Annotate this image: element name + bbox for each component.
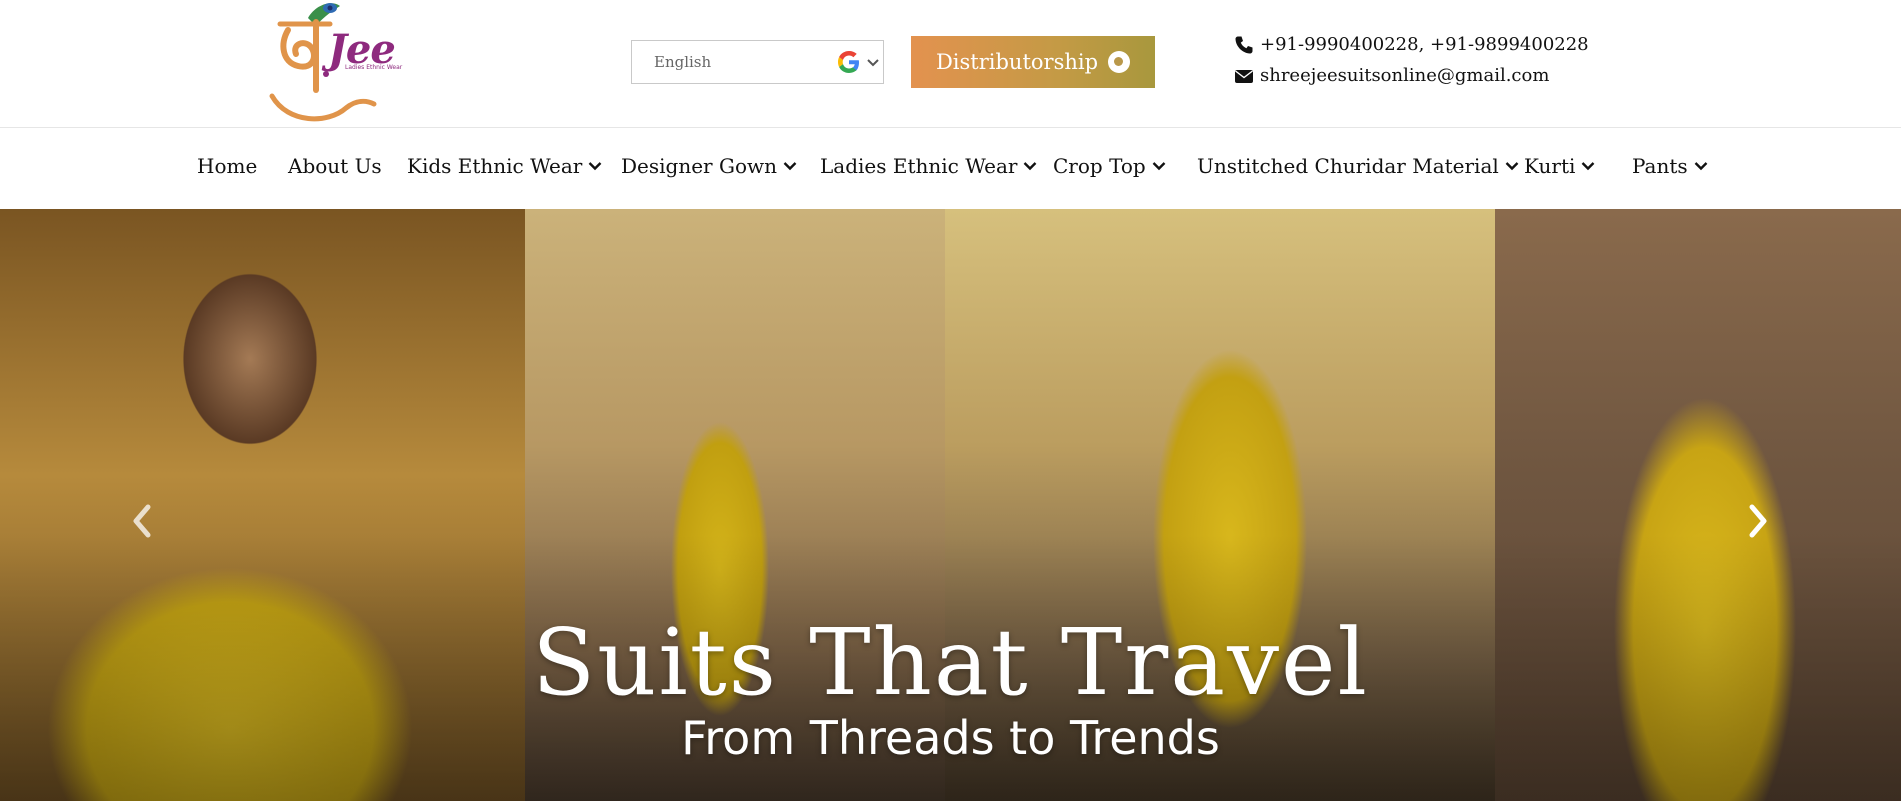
chevron-down-icon <box>1505 162 1519 171</box>
contact-phone-text: +91-9990400228, +91-9899400228 <box>1260 34 1589 55</box>
nav-item-designer-gown[interactable]: Designer Gown <box>621 154 797 178</box>
main-nav: Home About Us Kids Ethnic Wear Designer … <box>0 128 1901 209</box>
distributorship-button-label: Distributorship <box>935 50 1099 74</box>
hero-title: Suits That Travel <box>532 609 1369 716</box>
chevron-down-icon <box>867 59 879 67</box>
nav-item-label: Pants <box>1632 154 1688 178</box>
nav-item-label: Kids Ethnic Wear <box>407 154 583 178</box>
phone-icon <box>1235 36 1253 53</box>
nav-item-ladies-ethnic-wear[interactable]: Ladies Ethnic Wear <box>820 154 1037 178</box>
nav-item-label: Ladies Ethnic Wear <box>820 154 1018 178</box>
nav-item-label: About Us <box>288 154 382 178</box>
chevron-right-icon <box>1749 504 1767 538</box>
language-select[interactable]: English <box>631 40 884 84</box>
nav-item-label: Kurti <box>1524 154 1576 178</box>
language-select-value: English <box>654 53 712 71</box>
nav-item-home[interactable]: Home <box>197 154 257 178</box>
hand-icon <box>1108 51 1131 73</box>
nav-item-label: Crop Top <box>1053 154 1146 178</box>
chevron-down-icon <box>783 162 797 171</box>
chevron-down-icon <box>1152 162 1166 171</box>
nav-item-unstitched-churidar-material[interactable]: Unstitched Churidar Material <box>1197 154 1519 178</box>
hero-subtitle: From Threads to Trends <box>681 711 1220 765</box>
chevron-down-icon <box>1694 162 1708 171</box>
logo-tagline: Ladies Ethnic Wear <box>345 64 403 71</box>
nav-item-about-us[interactable]: About Us <box>288 154 382 178</box>
chevron-down-icon <box>589 162 602 171</box>
nav-item-label: Designer Gown <box>621 154 777 178</box>
chevron-down-icon <box>1582 162 1595 171</box>
site-header: Jee Ladies Ethnic Wear English Distribut… <box>0 0 1901 128</box>
contact-phone[interactable]: +91-9990400228, +91-9899400228 <box>1234 34 1589 55</box>
google-icon <box>838 51 859 73</box>
envelope-icon <box>1235 69 1253 83</box>
contact-email[interactable]: shreejeesuitsonline@gmail.com <box>1234 65 1549 86</box>
nav-item-crop-top[interactable]: Crop Top <box>1053 154 1166 178</box>
carousel-next-button[interactable] <box>1744 503 1772 539</box>
hero-carousel[interactable]: Suits That Travel From Threads to Trends <box>0 209 1901 801</box>
distributorship-button[interactable]: Distributorship <box>911 36 1155 88</box>
chevron-left-icon <box>133 504 151 538</box>
nav-item-kurti[interactable]: Kurti <box>1524 154 1595 178</box>
nav-item-kids-ethnic-wear[interactable]: Kids Ethnic Wear <box>407 154 602 178</box>
chevron-down-icon <box>1024 162 1037 171</box>
carousel-prev-button[interactable] <box>128 503 156 539</box>
nav-item-pants[interactable]: Pants <box>1632 154 1708 178</box>
nav-item-label: Home <box>197 154 258 178</box>
nav-item-label: Unstitched Churidar Material <box>1197 154 1499 178</box>
contact-email-text: shreejeesuitsonline@gmail.com <box>1260 65 1550 86</box>
